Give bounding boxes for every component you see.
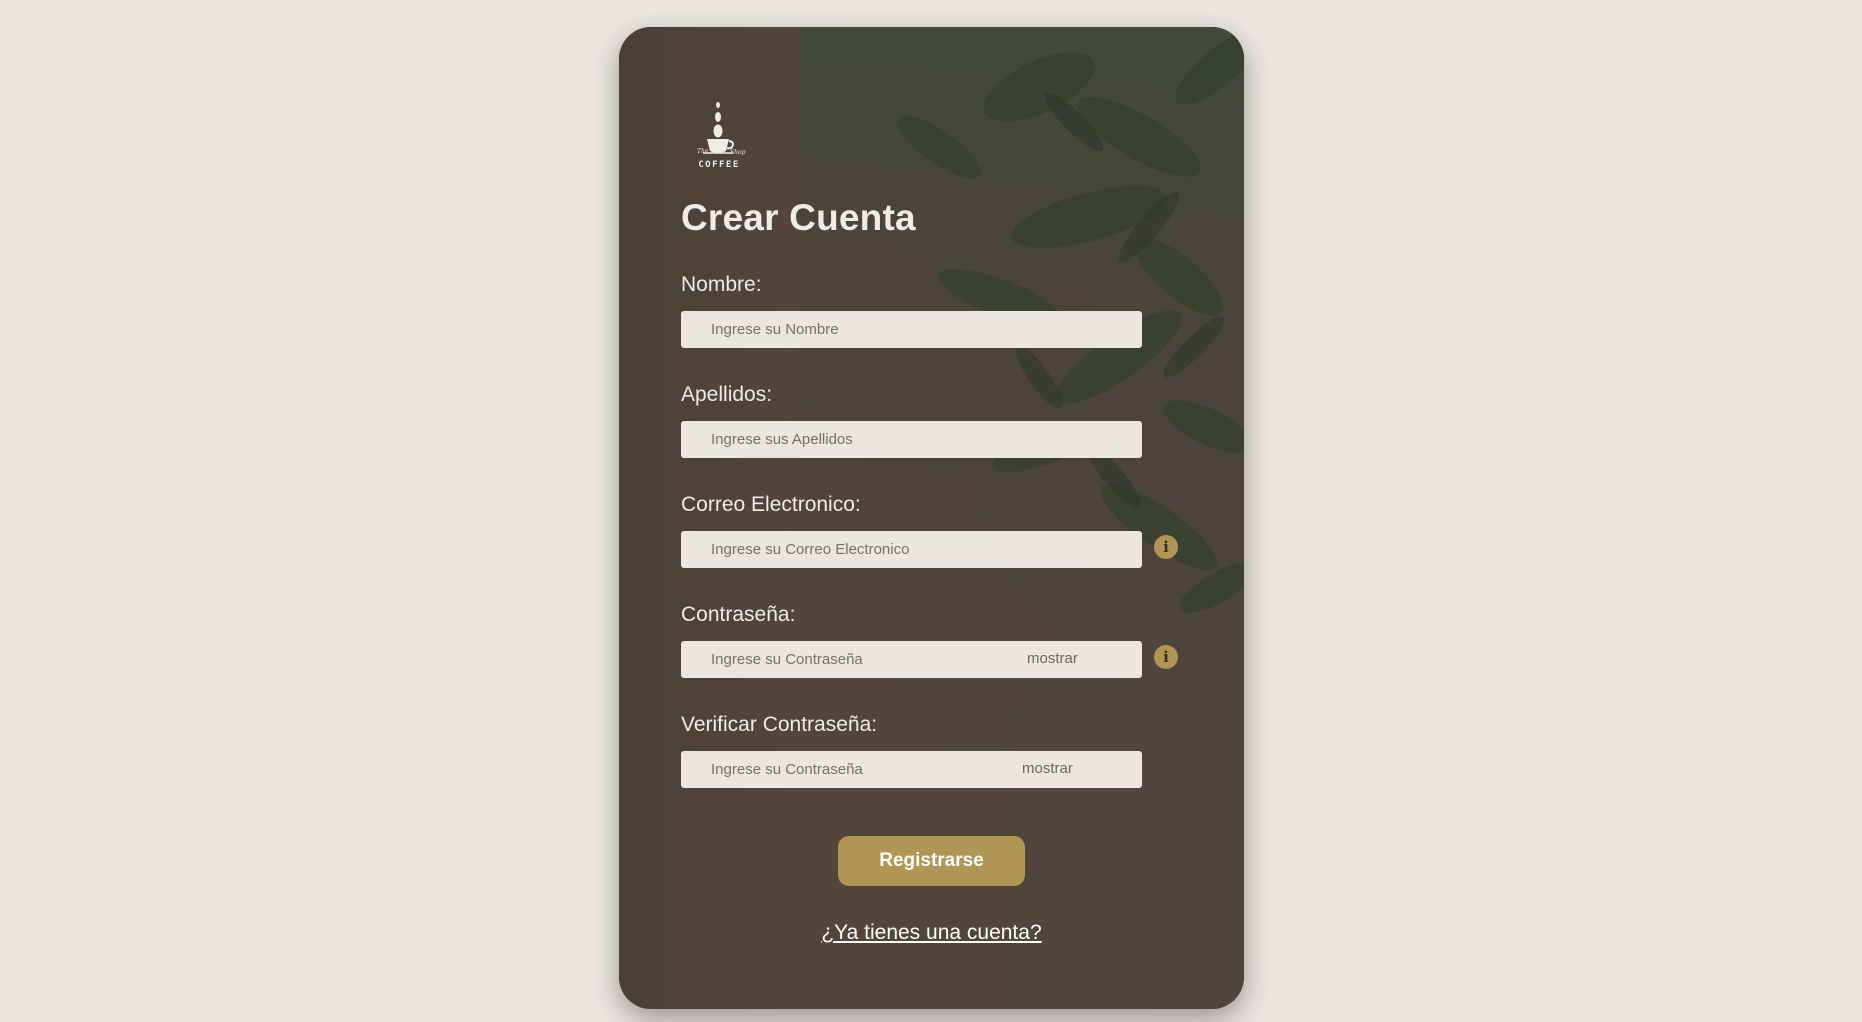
logo-text-coffee: COFFEE (698, 160, 740, 170)
correo-input[interactable] (681, 531, 1142, 568)
contrasena-label: Contraseña: (681, 603, 796, 626)
logo-text-shop: Shop (730, 149, 746, 156)
correo-label: Correo Electronico: (681, 493, 861, 516)
login-link-container: ¿Ya tienes una cuenta? (619, 921, 1244, 945)
register-button[interactable]: Registrarse (838, 836, 1025, 886)
apellidos-label: Apellidos: (681, 383, 773, 406)
login-link[interactable]: ¿Ya tienes una cuenta? (821, 921, 1041, 944)
nombre-input[interactable] (681, 311, 1142, 348)
verificar-contrasena-field: mostrar (681, 751, 1142, 788)
coffee-shop-logo: The Shop COFFEE (697, 102, 746, 170)
verificar-contrasena-label: Verificar Contraseña: (681, 713, 878, 736)
contrasena-show-toggle[interactable]: mostrar (1027, 650, 1078, 667)
correo-info-icon[interactable]: i (1154, 535, 1178, 559)
nombre-field (681, 311, 1142, 348)
correo-field (681, 531, 1142, 568)
verificar-contrasena-input[interactable] (681, 751, 1142, 788)
signup-card: The Shop COFFEE Crear Cuenta Nombre: Ape… (619, 27, 1244, 1009)
logo-text-the: The (697, 148, 709, 155)
apellidos-input[interactable] (681, 421, 1142, 458)
nombre-label: Nombre: (681, 273, 762, 296)
verificar-contrasena-show-toggle[interactable]: mostrar (1022, 760, 1073, 777)
apellidos-field (681, 421, 1142, 458)
page-title: Crear Cuenta (681, 197, 916, 238)
contrasena-info-icon[interactable]: i (1154, 645, 1178, 669)
contrasena-field: mostrar (681, 641, 1142, 678)
